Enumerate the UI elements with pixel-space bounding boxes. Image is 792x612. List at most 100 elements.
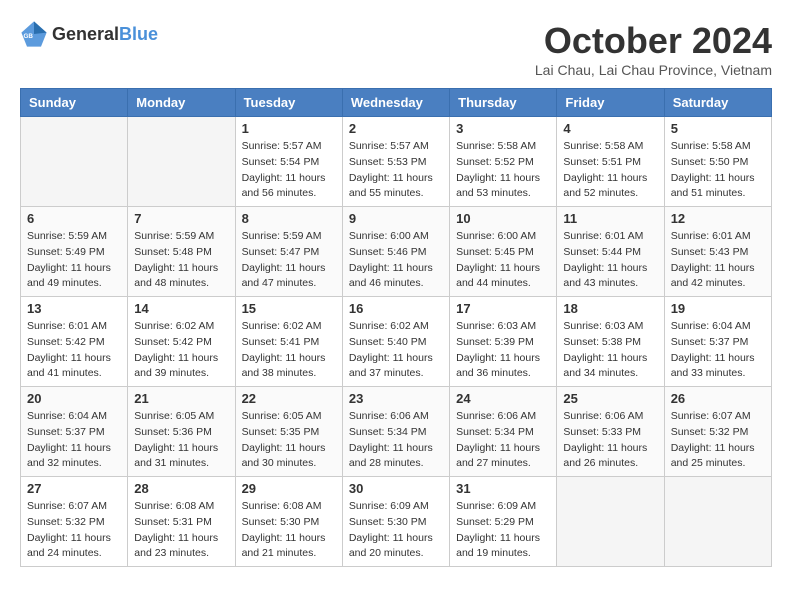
day-number: 14 xyxy=(134,301,228,316)
calendar-week-row: 13 Sunrise: 6:01 AM Sunset: 5:42 PM Dayli… xyxy=(21,297,772,387)
svg-text:GB: GB xyxy=(24,33,34,40)
day-info: Sunrise: 6:05 AM Sunset: 5:35 PM Dayligh… xyxy=(242,409,336,472)
calendar-cell xyxy=(664,477,771,567)
day-number: 17 xyxy=(456,301,550,316)
calendar-cell: 10Sunrise: 6:00 AM Sunset: 5:45 PM Dayli… xyxy=(450,207,557,297)
day-number: 6 xyxy=(27,211,121,226)
calendar-week-row: 1 Sunrise: 5:57 AM Sunset: 5:54 PM Daylig… xyxy=(21,117,772,207)
calendar-cell: 6 Sunrise: 5:59 AM Sunset: 5:49 PM Daylig… xyxy=(21,207,128,297)
weekday-header: Wednesday xyxy=(342,89,449,117)
day-info: Sunrise: 5:57 AM Sunset: 5:53 PM Dayligh… xyxy=(349,139,443,202)
day-info: Sunrise: 6:09 AM Sunset: 5:29 PM Dayligh… xyxy=(456,499,550,562)
location: Lai Chau, Lai Chau Province, Vietnam xyxy=(535,62,772,78)
day-number: 13 xyxy=(27,301,121,316)
day-number: 25 xyxy=(563,391,657,406)
day-number: 20 xyxy=(27,391,121,406)
calendar-cell: 5 Sunrise: 5:58 AM Sunset: 5:50 PM Daylig… xyxy=(664,117,771,207)
day-info: Sunrise: 6:04 AM Sunset: 5:37 PM Dayligh… xyxy=(671,319,765,382)
calendar-cell: 4Sunrise: 5:58 AM Sunset: 5:51 PM Daylig… xyxy=(557,117,664,207)
day-info: Sunrise: 5:58 AM Sunset: 5:50 PM Dayligh… xyxy=(671,139,765,202)
day-info: Sunrise: 6:07 AM Sunset: 5:32 PM Dayligh… xyxy=(27,499,121,562)
day-number: 4 xyxy=(563,121,657,136)
calendar-cell: 7 Sunrise: 5:59 AM Sunset: 5:48 PM Daylig… xyxy=(128,207,235,297)
calendar-cell xyxy=(557,477,664,567)
logo: GB GeneralBlue xyxy=(20,20,158,48)
calendar-cell: 24 Sunrise: 6:06 AM Sunset: 5:34 PM Dayli… xyxy=(450,387,557,477)
day-info: Sunrise: 6:01 AM Sunset: 5:43 PM Dayligh… xyxy=(671,229,765,292)
calendar-cell: 14 Sunrise: 6:02 AM Sunset: 5:42 PM Dayli… xyxy=(128,297,235,387)
day-info: Sunrise: 6:06 AM Sunset: 5:34 PM Dayligh… xyxy=(349,409,443,472)
calendar-cell: 21 Sunrise: 6:05 AM Sunset: 5:36 PM Dayli… xyxy=(128,387,235,477)
logo-blue: Blue xyxy=(119,24,158,44)
calendar-cell: 1 Sunrise: 5:57 AM Sunset: 5:54 PM Daylig… xyxy=(235,117,342,207)
day-number: 21 xyxy=(134,391,228,406)
calendar-cell xyxy=(128,117,235,207)
page-header: GB GeneralBlue October 2024 Lai Chau, La… xyxy=(20,20,772,78)
day-number: 11 xyxy=(563,211,657,226)
calendar-week-row: 27 Sunrise: 6:07 AM Sunset: 5:32 PM Dayli… xyxy=(21,477,772,567)
day-info: Sunrise: 6:05 AM Sunset: 5:36 PM Dayligh… xyxy=(134,409,228,472)
month-title: October 2024 xyxy=(535,20,772,62)
day-number: 30 xyxy=(349,481,443,496)
day-info: Sunrise: 6:08 AM Sunset: 5:30 PM Dayligh… xyxy=(242,499,336,562)
day-info: Sunrise: 5:59 AM Sunset: 5:47 PM Dayligh… xyxy=(242,229,336,292)
day-number: 24 xyxy=(456,391,550,406)
day-number: 29 xyxy=(242,481,336,496)
day-number: 15 xyxy=(242,301,336,316)
day-number: 22 xyxy=(242,391,336,406)
day-number: 5 xyxy=(671,121,765,136)
day-info: Sunrise: 5:58 AM Sunset: 5:52 PM Dayligh… xyxy=(456,139,550,202)
calendar-cell: 19 Sunrise: 6:04 AM Sunset: 5:37 PM Dayli… xyxy=(664,297,771,387)
day-number: 9 xyxy=(349,211,443,226)
day-number: 28 xyxy=(134,481,228,496)
weekday-header: Thursday xyxy=(450,89,557,117)
day-number: 3 xyxy=(456,121,550,136)
calendar-cell: 12Sunrise: 6:01 AM Sunset: 5:43 PM Dayli… xyxy=(664,207,771,297)
day-info: Sunrise: 6:04 AM Sunset: 5:37 PM Dayligh… xyxy=(27,409,121,472)
day-number: 27 xyxy=(27,481,121,496)
calendar-table: SundayMondayTuesdayWednesdayThursdayFrid… xyxy=(20,88,772,567)
day-number: 7 xyxy=(134,211,228,226)
day-number: 23 xyxy=(349,391,443,406)
calendar-cell: 17 Sunrise: 6:03 AM Sunset: 5:39 PM Dayli… xyxy=(450,297,557,387)
day-number: 16 xyxy=(349,301,443,316)
calendar-cell: 20 Sunrise: 6:04 AM Sunset: 5:37 PM Dayli… xyxy=(21,387,128,477)
calendar-cell: 16 Sunrise: 6:02 AM Sunset: 5:40 PM Dayli… xyxy=(342,297,449,387)
day-info: Sunrise: 6:00 AM Sunset: 5:45 PM Dayligh… xyxy=(456,229,550,292)
weekday-header: Friday xyxy=(557,89,664,117)
calendar-week-row: 20 Sunrise: 6:04 AM Sunset: 5:37 PM Dayli… xyxy=(21,387,772,477)
day-info: Sunrise: 5:59 AM Sunset: 5:49 PM Dayligh… xyxy=(27,229,121,292)
day-info: Sunrise: 6:03 AM Sunset: 5:39 PM Dayligh… xyxy=(456,319,550,382)
day-info: Sunrise: 5:59 AM Sunset: 5:48 PM Dayligh… xyxy=(134,229,228,292)
day-number: 1 xyxy=(242,121,336,136)
calendar-cell: 23 Sunrise: 6:06 AM Sunset: 5:34 PM Dayli… xyxy=(342,387,449,477)
day-info: Sunrise: 6:08 AM Sunset: 5:31 PM Dayligh… xyxy=(134,499,228,562)
calendar-cell: 31Sunrise: 6:09 AM Sunset: 5:29 PM Dayli… xyxy=(450,477,557,567)
day-number: 26 xyxy=(671,391,765,406)
day-info: Sunrise: 6:07 AM Sunset: 5:32 PM Dayligh… xyxy=(671,409,765,472)
calendar-cell: 27 Sunrise: 6:07 AM Sunset: 5:32 PM Dayli… xyxy=(21,477,128,567)
logo-text: GeneralBlue xyxy=(52,24,158,45)
day-info: Sunrise: 6:03 AM Sunset: 5:38 PM Dayligh… xyxy=(563,319,657,382)
weekday-header: Tuesday xyxy=(235,89,342,117)
day-info: Sunrise: 6:01 AM Sunset: 5:42 PM Dayligh… xyxy=(27,319,121,382)
weekday-header: Saturday xyxy=(664,89,771,117)
calendar-cell: 18Sunrise: 6:03 AM Sunset: 5:38 PM Dayli… xyxy=(557,297,664,387)
day-info: Sunrise: 6:01 AM Sunset: 5:44 PM Dayligh… xyxy=(563,229,657,292)
day-info: Sunrise: 6:06 AM Sunset: 5:33 PM Dayligh… xyxy=(563,409,657,472)
calendar-cell: 13 Sunrise: 6:01 AM Sunset: 5:42 PM Dayli… xyxy=(21,297,128,387)
calendar-cell xyxy=(21,117,128,207)
day-number: 8 xyxy=(242,211,336,226)
day-info: Sunrise: 6:06 AM Sunset: 5:34 PM Dayligh… xyxy=(456,409,550,472)
calendar-cell: 15Sunrise: 6:02 AM Sunset: 5:41 PM Dayli… xyxy=(235,297,342,387)
calendar-cell: 22 Sunrise: 6:05 AM Sunset: 5:35 PM Dayli… xyxy=(235,387,342,477)
day-info: Sunrise: 6:02 AM Sunset: 5:42 PM Dayligh… xyxy=(134,319,228,382)
logo-general: General xyxy=(52,24,119,44)
calendar-cell: 29 Sunrise: 6:08 AM Sunset: 5:30 PM Dayli… xyxy=(235,477,342,567)
calendar-cell: 8 Sunrise: 5:59 AM Sunset: 5:47 PM Daylig… xyxy=(235,207,342,297)
day-info: Sunrise: 6:02 AM Sunset: 5:40 PM Dayligh… xyxy=(349,319,443,382)
calendar-cell: 26 Sunrise: 6:07 AM Sunset: 5:32 PM Dayli… xyxy=(664,387,771,477)
day-info: Sunrise: 5:57 AM Sunset: 5:54 PM Dayligh… xyxy=(242,139,336,202)
title-block: October 2024 Lai Chau, Lai Chau Province… xyxy=(535,20,772,78)
day-number: 19 xyxy=(671,301,765,316)
